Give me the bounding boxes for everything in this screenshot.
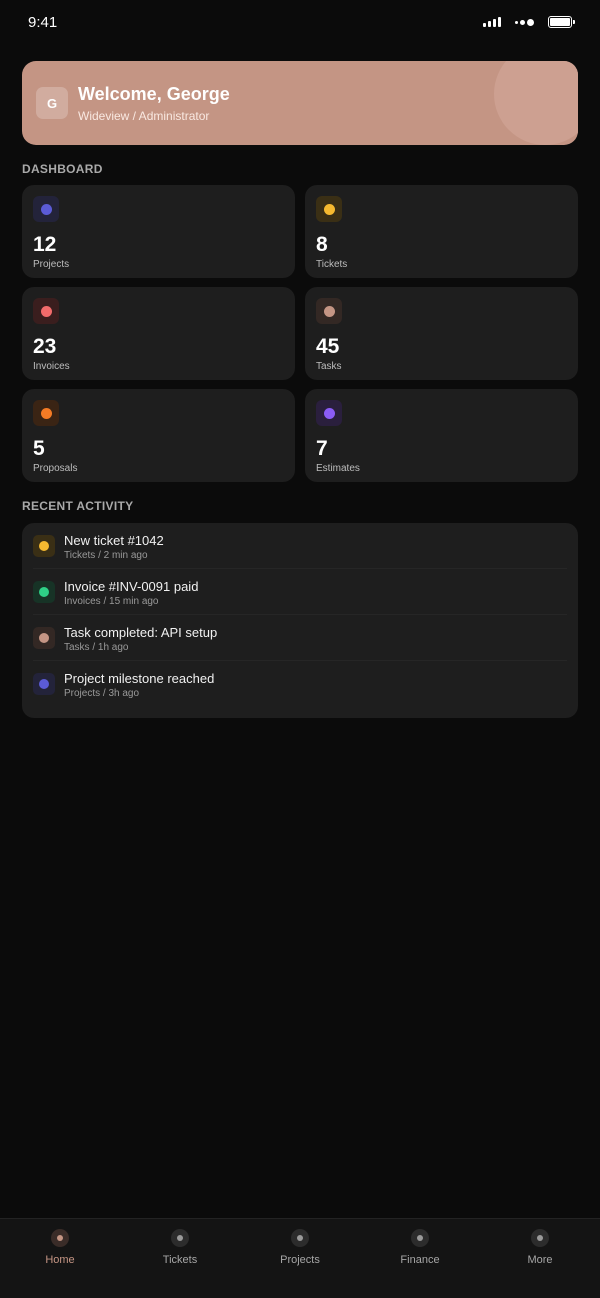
activity-item[interactable]: Task completed: API setup Tasks / 1h ago [33, 615, 567, 661]
activity-title: Task completed: API setup [64, 625, 218, 640]
welcome-title: Welcome, George [78, 83, 230, 104]
cellular-signal-icon [483, 17, 501, 27]
activity-title: Invoice #INV-0091 paid [64, 579, 199, 594]
finance-icon [411, 1229, 429, 1247]
nav-item-tickets[interactable]: Tickets [120, 1219, 240, 1298]
activity-item[interactable]: Invoice #INV-0091 paid Invoices / 15 min… [33, 569, 567, 615]
stat-card-invoices[interactable]: 23 Invoices [22, 287, 295, 380]
battery-icon [548, 16, 575, 28]
nav-label: Projects [280, 1254, 320, 1266]
tickets-dot-icon [316, 196, 342, 222]
activity-meta: Tickets / 2 min ago [64, 550, 148, 561]
stat-label: Tickets [316, 259, 348, 270]
bottom-nav: Home Tickets Projects Finance More [0, 1218, 600, 1298]
nav-item-home[interactable]: Home [0, 1219, 120, 1298]
stats-grid: 12 Projects 8 Tickets 23 Invoices 45 Tas… [22, 185, 578, 482]
nav-label: More [527, 1254, 553, 1266]
task-dot-icon [33, 627, 55, 649]
activity-item[interactable]: Project milestone reached Projects / 3h … [33, 661, 567, 707]
ticket-dot-icon [33, 535, 55, 557]
stat-value: 45 [316, 335, 340, 358]
stat-card-estimates[interactable]: 7 Estimates [305, 389, 578, 482]
status-icons [483, 16, 575, 28]
stat-label: Tasks [316, 361, 342, 372]
stat-label: Proposals [33, 463, 78, 474]
welcome-subtitle: Wideview / Administrator [78, 108, 210, 123]
decorative-circle [494, 61, 578, 145]
stat-card-tasks[interactable]: 45 Tasks [305, 287, 578, 380]
welcome-card: G Welcome, George Wideview / Administrat… [22, 61, 578, 145]
activity-list: New ticket #1042 Tickets / 2 min ago Inv… [22, 523, 578, 718]
proposals-dot-icon [33, 400, 59, 426]
nav-item-finance[interactable]: Finance [360, 1219, 480, 1298]
stat-card-tickets[interactable]: 8 Tickets [305, 185, 578, 278]
activity-meta: Tasks / 1h ago [64, 642, 129, 653]
stat-value: 8 [316, 233, 328, 256]
more-icon [531, 1229, 549, 1247]
dashboard-section-title: DASHBOARD [22, 162, 103, 176]
wifi-icon [515, 18, 534, 26]
nav-item-projects[interactable]: Projects [240, 1219, 360, 1298]
estimates-dot-icon [316, 400, 342, 426]
nav-label: Home [45, 1254, 75, 1266]
stat-label: Projects [33, 259, 70, 270]
status-time: 9:41 [28, 13, 58, 31]
invoice-dot-icon [33, 581, 55, 603]
activity-title: Project milestone reached [64, 671, 215, 686]
stat-value: 7 [316, 437, 328, 460]
activity-item[interactable]: New ticket #1042 Tickets / 2 min ago [33, 523, 567, 569]
activity-title: New ticket #1042 [64, 533, 164, 548]
stat-card-projects[interactable]: 12 Projects [22, 185, 295, 278]
nav-item-more[interactable]: More [480, 1219, 600, 1298]
invoices-dot-icon [33, 298, 59, 324]
nav-label: Finance [400, 1254, 440, 1266]
stat-value: 12 [33, 233, 57, 256]
tasks-dot-icon [316, 298, 342, 324]
stat-label: Estimates [316, 463, 360, 474]
project-dot-icon [33, 673, 55, 695]
home-icon [51, 1229, 69, 1247]
stat-value: 5 [33, 437, 45, 460]
stat-label: Invoices [33, 361, 70, 372]
stat-value: 23 [33, 335, 57, 358]
projects-icon [291, 1229, 309, 1247]
tickets-icon [171, 1229, 189, 1247]
projects-dot-icon [33, 196, 59, 222]
status-bar: 9:41 [0, 0, 600, 44]
activity-meta: Projects / 3h ago [64, 688, 140, 699]
avatar[interactable]: G [36, 87, 68, 119]
recent-activity-section-title: RECENT ACTIVITY [22, 499, 134, 513]
activity-meta: Invoices / 15 min ago [64, 596, 159, 607]
welcome-text: Welcome, George Wideview / Administrator [78, 84, 230, 123]
nav-label: Tickets [162, 1254, 198, 1266]
stat-card-proposals[interactable]: 5 Proposals [22, 389, 295, 482]
